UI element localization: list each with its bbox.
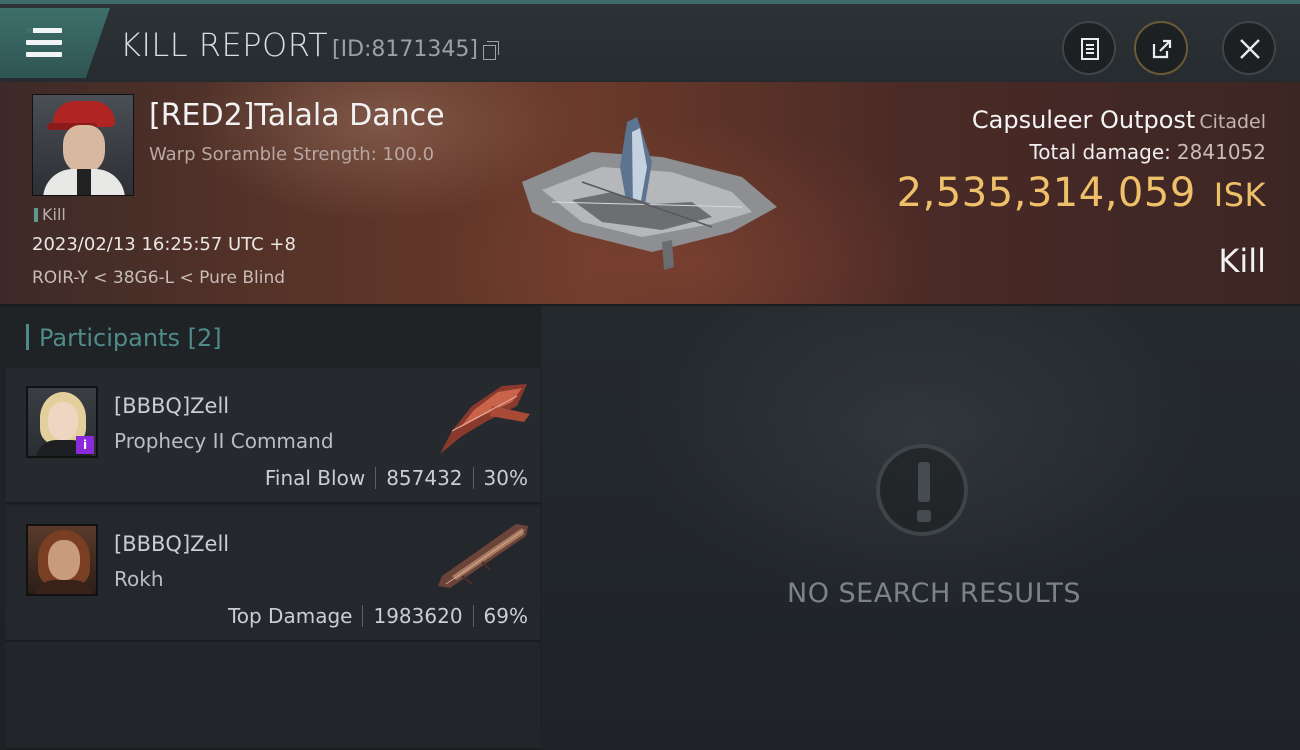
kill-marker-icon [34,208,38,222]
victim-avatar[interactable] [32,94,134,196]
empty-state-message: NO SEARCH RESULTS [787,578,1082,609]
total-damage-label: Total damage: [1029,140,1171,164]
kill-tag-label: Kill [42,205,66,224]
section-marker-icon [26,324,29,350]
participant-stats: Final Blow 857432 30% [265,466,528,490]
target-class: Citadel [1199,111,1266,133]
close-button[interactable] [1222,21,1276,75]
participant-name: [BBBQ]Zell [114,532,230,556]
victim-banner: [RED2]Talala Dance Warp Soramble Strengt… [0,82,1300,306]
result-label: Kill [1218,242,1266,280]
isk-amount: 2,535,314,059 [896,170,1196,216]
participant-stats: Top Damage 1983620 69% [228,604,528,628]
participant-damage: 857432 [386,466,463,490]
kill-datetime: 2023/02/13 16:25:57 UTC +8 [32,234,296,255]
participant-damage: 1983620 [373,604,463,628]
participant-name: [BBBQ]Zell [114,394,230,418]
ship-prophecy-image [440,384,530,454]
header-bar: KILL REPORT [ID:8171345] [0,0,1300,82]
info-badge-icon: i [76,436,94,454]
participants-label: Participants [39,324,180,352]
alert-icon [876,444,968,536]
participants-panel: Participants [2] i [BBBQ]Zell Prophecy I… [0,306,542,750]
target-name-label: Capsuleer Outpost [971,106,1196,134]
participant-role: Final Blow [264,466,366,490]
kill-tag: Kill [34,205,66,224]
share-button[interactable] [1134,21,1188,75]
target-name[interactable]: Capsuleer Outpost Citadel [972,106,1266,134]
menu-button[interactable] [0,8,110,78]
citadel-structure-image [522,117,777,270]
page-title: KILL REPORT [120,26,329,64]
participant-role: Top Damage [227,604,353,628]
participant-avatar[interactable] [26,524,98,596]
menu-icon [26,28,62,58]
victim-name[interactable]: [RED2]Talala Dance [149,98,445,133]
kill-location[interactable]: ROIR-Y < 38G6-L < Pure Blind [32,268,285,288]
participant-percent: 69% [483,604,528,628]
victim-subtitle: Warp Soramble Strength: 100.0 [149,144,435,165]
participant-row[interactable]: i [BBBQ]Zell Prophecy II Command Final B… [6,368,540,504]
clipboard-icon [1081,38,1099,60]
empty-list-area [6,642,540,750]
participant-avatar[interactable]: i [26,386,98,458]
participant-percent: 30% [483,466,528,490]
copy-icon[interactable] [483,41,499,60]
close-icon [1240,39,1260,59]
notes-button[interactable] [1062,21,1116,75]
participant-row[interactable]: [BBBQ]Zell Rokh Top Damage 1983620 69% [6,506,540,642]
participant-ship: Prophecy II Command [114,429,334,453]
isk-value: 2,535,314,059 ISK [897,170,1266,216]
participant-ship: Rokh [114,567,164,591]
participants-count: [2] [187,324,222,352]
isk-unit: ISK [1213,176,1266,214]
total-damage-value: 2841052 [1176,140,1266,164]
report-id: [ID:8171345] [332,37,478,62]
ship-rokh-image [438,524,528,588]
total-damage: Total damage: 2841052 [1029,140,1266,164]
participants-header: Participants [2] [26,324,222,352]
share-icon [1152,39,1172,59]
